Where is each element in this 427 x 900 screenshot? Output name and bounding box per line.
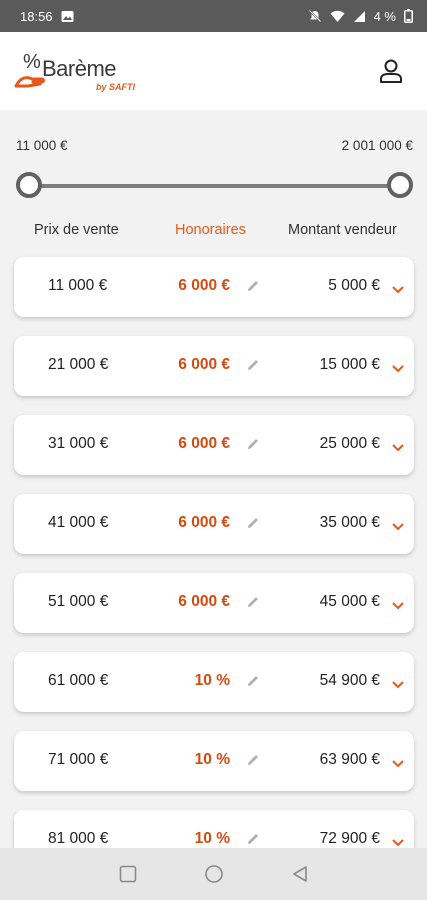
row-seller-amount: 72 900 € [319, 830, 380, 847]
app-header: % Barème by SAFTI [0, 32, 427, 110]
row-price: 61 000 € [48, 672, 109, 689]
chevron-down-icon[interactable] [392, 281, 404, 299]
signal-icon [353, 10, 366, 23]
circle-icon [204, 865, 223, 883]
row-seller-amount: 45 000 € [319, 593, 380, 610]
row-fee: 10 % [194, 751, 230, 768]
column-headers: Prix de vente Honoraires Montant vendeur [14, 222, 413, 240]
price-row[interactable]: 11 000 € 6 000 € 5 000 € [14, 257, 414, 317]
chevron-down-icon[interactable] [392, 755, 404, 773]
pencil-icon[interactable] [246, 358, 260, 377]
recents-button[interactable] [116, 862, 140, 886]
pencil-icon[interactable] [246, 674, 260, 693]
row-fee: 10 % [194, 830, 230, 847]
svg-text:%: % [23, 51, 41, 73]
row-fee: 6 000 € [178, 356, 230, 373]
price-row[interactable]: 71 000 € 10 % 63 900 € [14, 731, 414, 791]
row-fee: 6 000 € [178, 593, 230, 610]
back-button[interactable] [288, 862, 312, 886]
chevron-down-icon[interactable] [392, 676, 404, 694]
pencil-icon[interactable] [246, 595, 260, 614]
range-labels: 11 000 € 2 001 000 € [16, 138, 413, 153]
app-logo: % Barème by SAFTI [14, 46, 144, 96]
row-fee: 6 000 € [178, 435, 230, 452]
column-header-price: Prix de vente [34, 222, 119, 238]
image-icon [61, 10, 74, 23]
home-button[interactable] [202, 862, 226, 886]
column-header-fees: Honoraires [175, 222, 246, 238]
battery-level: 4 % [373, 8, 396, 24]
pencil-icon[interactable] [246, 516, 260, 535]
user-icon [380, 59, 402, 83]
system-nav-bar [0, 848, 427, 900]
row-price: 41 000 € [48, 514, 109, 531]
logo-subtitle: by SAFTI [96, 82, 136, 92]
status-bar: 18:56 4 % [0, 0, 427, 32]
battery-icon [404, 9, 413, 23]
slider-min-handle[interactable] [16, 172, 42, 198]
range-max-label: 2 001 000 € [341, 138, 413, 153]
slider-max-handle[interactable] [387, 172, 413, 198]
status-time: 18:56 [20, 8, 53, 24]
slider-track[interactable] [28, 184, 401, 188]
chevron-down-icon[interactable] [392, 518, 404, 536]
price-row[interactable]: 31 000 € 6 000 € 25 000 € [14, 415, 414, 475]
wifi-icon [330, 10, 345, 23]
price-row[interactable]: 51 000 € 6 000 € 45 000 € [14, 573, 414, 633]
row-seller-amount: 15 000 € [319, 356, 380, 373]
row-seller-amount: 25 000 € [319, 435, 380, 452]
row-fee: 6 000 € [178, 514, 230, 531]
row-fee: 10 % [194, 672, 230, 689]
row-price: 71 000 € [48, 751, 109, 768]
pencil-icon[interactable] [246, 437, 260, 456]
mute-icon [308, 9, 322, 23]
price-range-slider[interactable] [16, 172, 413, 200]
square-icon [119, 865, 136, 883]
row-price: 31 000 € [48, 435, 109, 452]
pencil-icon[interactable] [246, 279, 260, 298]
logo-text: Barème [42, 56, 117, 81]
row-seller-amount: 5 000 € [328, 277, 380, 294]
price-row[interactable]: 21 000 € 6 000 € 15 000 € [14, 336, 414, 396]
row-price: 11 000 € [48, 277, 108, 294]
row-price: 51 000 € [48, 593, 109, 610]
pencil-icon[interactable] [246, 753, 260, 772]
row-seller-amount: 54 900 € [319, 672, 380, 689]
back-triangle-icon [292, 866, 307, 882]
row-fee: 6 000 € [178, 277, 230, 294]
profile-button[interactable] [377, 57, 405, 85]
column-header-seller: Montant vendeur [288, 222, 397, 238]
chevron-down-icon[interactable] [392, 597, 404, 615]
row-seller-amount: 35 000 € [319, 514, 380, 531]
row-price: 21 000 € [48, 356, 109, 373]
chevron-down-icon[interactable] [392, 360, 404, 378]
row-seller-amount: 63 900 € [319, 751, 380, 768]
price-row[interactable]: 61 000 € 10 % 54 900 € [14, 652, 414, 712]
row-price: 81 000 € [48, 830, 109, 847]
chevron-down-icon[interactable] [392, 439, 404, 457]
price-row[interactable]: 41 000 € 6 000 € 35 000 € [14, 494, 414, 554]
range-min-label: 11 000 € [16, 138, 68, 153]
